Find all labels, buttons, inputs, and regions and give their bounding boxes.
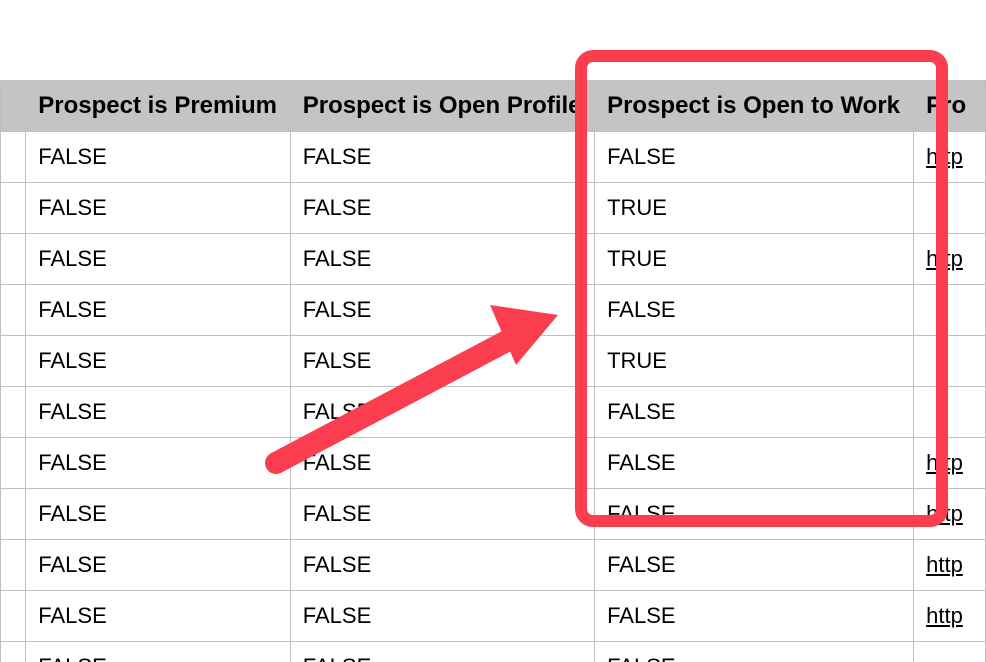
cell-premium[interactable]: FALSE xyxy=(26,285,291,336)
cell-premium[interactable]: FALSE xyxy=(26,540,291,591)
row-lead-cell[interactable] xyxy=(1,132,26,183)
row-lead-cell[interactable] xyxy=(1,285,26,336)
cell-premium[interactable]: FALSE xyxy=(26,336,291,387)
cell-premium[interactable]: FALSE xyxy=(26,132,291,183)
cell-premium[interactable]: FALSE xyxy=(26,489,291,540)
viewport: Prospect is Premium Prospect is Open Pro… xyxy=(0,0,986,662)
link-text[interactable]: http xyxy=(926,552,963,577)
cell-open-profile[interactable]: FALSE xyxy=(290,540,594,591)
table-row: FALSE FALSE FALSE http xyxy=(1,438,986,489)
cell-open-to-work[interactable]: FALSE xyxy=(595,540,914,591)
table-row: FALSE FALSE FALSE xyxy=(1,387,986,438)
cell-open-to-work[interactable]: TRUE xyxy=(595,183,914,234)
cell-link[interactable]: http xyxy=(914,234,986,285)
cell-premium[interactable]: FALSE xyxy=(26,591,291,642)
column-header-open-to-work[interactable]: Prospect is Open to Work xyxy=(595,81,914,132)
header-row: Prospect is Premium Prospect is Open Pro… xyxy=(1,81,986,132)
table-row: FALSE FALSE FALSE http xyxy=(1,540,986,591)
cell-open-to-work[interactable]: FALSE xyxy=(595,387,914,438)
cell-premium[interactable]: FALSE xyxy=(26,183,291,234)
cell-premium[interactable]: FALSE xyxy=(26,438,291,489)
table-row: FALSE FALSE FALSE http xyxy=(1,132,986,183)
table-row: FALSE FALSE FALSE http xyxy=(1,489,986,540)
column-header-lead[interactable] xyxy=(1,81,26,132)
row-lead-cell[interactable] xyxy=(1,183,26,234)
table-row: FALSE FALSE TRUE http xyxy=(1,234,986,285)
cell-open-profile[interactable]: FALSE xyxy=(290,387,594,438)
cell-open-to-work[interactable]: FALSE xyxy=(595,642,914,662)
cell-premium[interactable]: FALSE xyxy=(26,387,291,438)
cell-open-profile[interactable]: FALSE xyxy=(290,336,594,387)
row-lead-cell[interactable] xyxy=(1,336,26,387)
row-lead-cell[interactable] xyxy=(1,438,26,489)
cell-link[interactable]: http xyxy=(914,489,986,540)
table-row: FALSE FALSE FALSE xyxy=(1,285,986,336)
table-row: FALSE FALSE TRUE xyxy=(1,336,986,387)
cell-open-profile[interactable]: FALSE xyxy=(290,132,594,183)
cell-link[interactable] xyxy=(914,336,986,387)
row-lead-cell[interactable] xyxy=(1,234,26,285)
cell-open-to-work[interactable]: TRUE xyxy=(595,234,914,285)
link-text[interactable]: http xyxy=(926,246,963,271)
cell-open-to-work[interactable]: FALSE xyxy=(595,591,914,642)
table-row: FALSE FALSE FALSE xyxy=(1,642,986,662)
cell-link[interactable]: http xyxy=(914,438,986,489)
spreadsheet-table[interactable]: Prospect is Premium Prospect is Open Pro… xyxy=(0,80,986,662)
cell-premium[interactable]: FALSE xyxy=(26,642,291,662)
cell-open-to-work[interactable]: FALSE xyxy=(595,132,914,183)
cell-open-to-work[interactable]: FALSE xyxy=(595,285,914,336)
cell-open-profile[interactable]: FALSE xyxy=(290,591,594,642)
row-lead-cell[interactable] xyxy=(1,489,26,540)
cell-premium[interactable]: FALSE xyxy=(26,234,291,285)
cell-open-profile[interactable]: FALSE xyxy=(290,285,594,336)
link-text[interactable]: http xyxy=(926,501,963,526)
cell-link[interactable]: http xyxy=(914,591,986,642)
column-header-next[interactable]: Pro xyxy=(914,81,986,132)
cell-open-to-work[interactable]: FALSE xyxy=(595,489,914,540)
column-header-open-profile[interactable]: Prospect is Open Profile xyxy=(290,81,594,132)
cell-link[interactable] xyxy=(914,285,986,336)
table-row: FALSE FALSE FALSE http xyxy=(1,591,986,642)
row-lead-cell[interactable] xyxy=(1,591,26,642)
cell-open-to-work[interactable]: TRUE xyxy=(595,336,914,387)
column-header-premium[interactable]: Prospect is Premium xyxy=(26,81,291,132)
table-body: FALSE FALSE FALSE http FALSE FALSE TRUE … xyxy=(1,132,986,662)
link-text[interactable]: http xyxy=(926,603,963,628)
cell-link[interactable] xyxy=(914,642,986,662)
table-row: FALSE FALSE TRUE xyxy=(1,183,986,234)
cell-open-profile[interactable]: FALSE xyxy=(290,642,594,662)
cell-open-profile[interactable]: FALSE xyxy=(290,438,594,489)
link-text[interactable]: http xyxy=(926,450,963,475)
row-lead-cell[interactable] xyxy=(1,540,26,591)
cell-open-profile[interactable]: FALSE xyxy=(290,183,594,234)
row-lead-cell[interactable] xyxy=(1,387,26,438)
cell-link[interactable]: http xyxy=(914,540,986,591)
cell-open-profile[interactable]: FALSE xyxy=(290,234,594,285)
link-text[interactable]: http xyxy=(926,144,963,169)
cell-open-to-work[interactable]: FALSE xyxy=(595,438,914,489)
cell-link[interactable] xyxy=(914,387,986,438)
row-lead-cell[interactable] xyxy=(1,642,26,662)
cell-link[interactable] xyxy=(914,183,986,234)
cell-open-profile[interactable]: FALSE xyxy=(290,489,594,540)
cell-link[interactable]: http xyxy=(914,132,986,183)
